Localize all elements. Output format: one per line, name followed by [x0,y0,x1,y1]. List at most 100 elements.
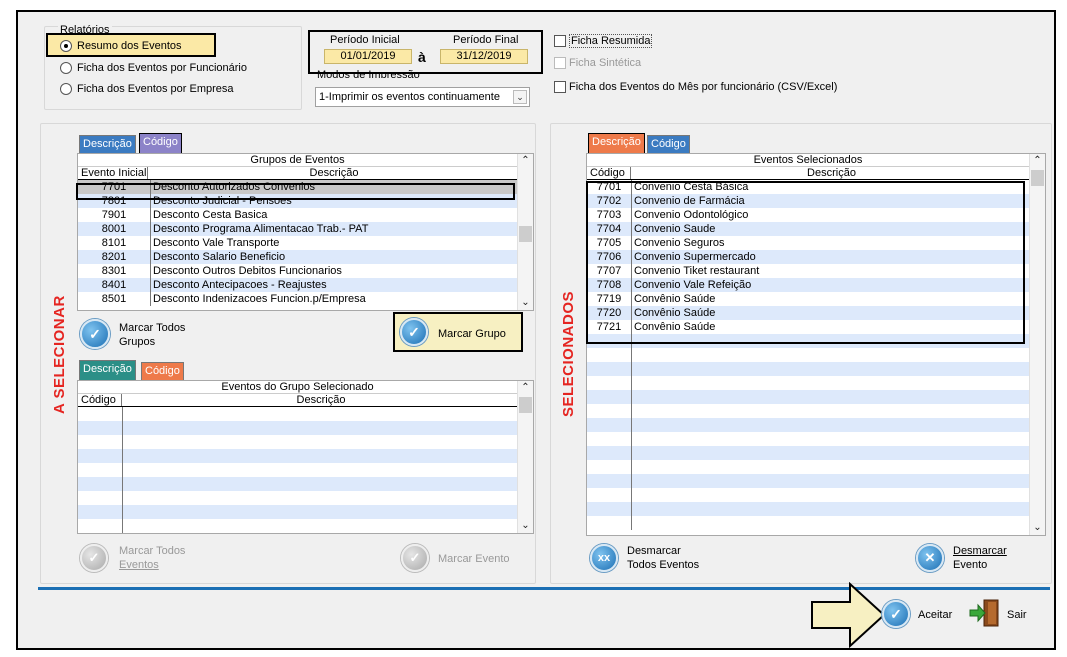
cell-code: 8101 [101,237,127,249]
empty-row [587,516,1029,530]
marcar-grupo-label[interactable]: Marcar Grupo [438,327,506,341]
cell-code [587,362,631,376]
scroll-up-icon[interactable]: ⌃ [518,154,533,168]
radio-label: Ficha dos Eventos por Funcionário [77,62,247,74]
table-row[interactable]: 8001 Desconto Programa Alimentacao Trab.-… [78,222,517,236]
empty-row [587,404,1029,418]
modos-select[interactable]: 1-Imprimir os eventos continuamente ⌄ [315,87,530,107]
empty-row [78,435,517,449]
sair-label[interactable]: Sair [1007,608,1027,622]
marcar-todos-eventos-button: ✓ [80,544,108,572]
scroll-down-icon[interactable]: ⌄ [518,296,533,310]
radio-ficha-empresa[interactable]: Ficha dos Eventos por Empresa [60,83,234,95]
grupos-scrollbar[interactable]: ⌃ ⌄ [517,154,533,310]
periodo-inicial-field[interactable]: 01/01/2019 [324,49,412,64]
right-tab-codigo[interactable]: Código [647,135,690,153]
table-row[interactable]: 8201 Desconto Salario Beneficio [78,250,517,264]
periodo-inicial-label: Período Inicial [330,34,400,46]
radio-ficha-funcionario[interactable]: Ficha dos Eventos por Funcionário [60,62,247,74]
scroll-down-icon[interactable]: ⌄ [518,519,533,533]
table-row[interactable]: 8401 Desconto Antecipacoes - Reajustes [78,278,517,292]
desmarcar-evento-button[interactable]: ✕ [916,544,944,572]
right-tab-descricao[interactable]: Descrição [588,133,645,153]
selecionados-header: Código Descrição [587,167,1029,180]
cell-code [78,463,122,477]
cell-code [587,474,631,488]
cell-description: Desconto Outros Debitos Funcionarios [153,265,342,277]
table-row[interactable]: 8101 Desconto Vale Transporte [78,236,517,250]
empty-row [587,460,1029,474]
cell-code [78,491,122,505]
radio-label: Resumo dos Eventos [77,40,182,52]
left-tab-codigo[interactable]: Código [139,133,182,153]
scroll-thumb[interactable] [519,397,532,413]
x-icon: ✕ [924,550,936,565]
empty-row [587,362,1029,376]
scroll-down-icon[interactable]: ⌄ [1030,521,1045,535]
cell-code [587,390,631,404]
cell-description [631,488,1029,502]
cell-description [122,505,517,519]
cell-description [631,362,1029,376]
periodo-final-field[interactable]: 31/12/2019 [440,49,528,64]
empty-row [78,463,517,477]
cell-description [631,446,1029,460]
scroll-up-icon[interactable]: ⌃ [518,381,533,395]
cell-description [122,449,517,463]
marcar-todos-grupos-label[interactable]: Marcar Todos Grupos [119,321,185,349]
cell-description [631,474,1029,488]
marcar-todos-grupos-button[interactable]: ✓ [80,319,110,349]
left-tab-descricao[interactable]: Descrição [79,135,136,153]
cell-description [631,348,1029,362]
cell-code [587,460,631,474]
selecionados-title: Eventos Selecionados [587,154,1029,167]
cell-description [122,491,517,505]
marcar-todos-eventos-label: Marcar Todos Eventos [119,544,185,572]
check-ficha-resumida[interactable]: Ficha Resumida [554,34,653,48]
cell-code [78,519,122,533]
cell-description [631,502,1029,516]
btn-text-1: Desmarcar [627,545,681,557]
pointer-arrow [811,582,886,648]
desmarcar-todos-button[interactable]: xx [590,544,618,572]
desmarcar-todos-label[interactable]: Desmarcar Todos Eventos [627,544,699,572]
cell-code [587,446,631,460]
chevron-down-icon[interactable]: ⌄ [513,90,527,104]
cell-code [78,477,122,491]
table-row[interactable]: 8501 Desconto Indenizacoes Funcion.p/Empr… [78,292,517,306]
eventos-grupo-grid: Eventos do Grupo Selecionado Código Desc… [77,380,534,534]
table-row[interactable]: 8301 Desconto Outros Debitos Funcionarios [78,264,517,278]
cell-code: 8401 [101,279,127,291]
radio-resumo-eventos[interactable]: Resumo dos Eventos [60,40,182,52]
empty-row [587,418,1029,432]
scroll-thumb[interactable] [519,226,532,242]
grupos-grid-title: Grupos de Eventos [78,154,517,167]
cell-description: Desconto Indenizacoes Funcion.p/Empresa [153,293,366,305]
table-row[interactable]: 7901 Desconto Cesta Basica [78,208,517,222]
exit-door-icon[interactable] [968,598,1000,628]
selecionados-scrollbar[interactable]: ⌃ ⌄ [1029,154,1045,535]
check-ficha-mes[interactable]: Ficha dos Eventos do Mês por funcionário… [554,81,837,93]
marcar-grupo-button[interactable]: ✓ [400,318,428,346]
cell-description [122,519,517,533]
left2-tab-descricao[interactable]: Descrição [79,360,136,380]
double-check-icon: ✓ [89,325,101,342]
col-descricao: Descrição [296,394,346,406]
empty-row [78,505,517,519]
aceitar-label[interactable]: Aceitar [918,608,952,622]
cell-code: 8301 [101,265,127,277]
footer-divider [38,587,1050,590]
empty-row [587,474,1029,488]
desmarcar-evento-label[interactable]: Desmarcar Evento [953,544,1007,572]
checkbox [554,35,566,47]
empty-row [78,449,517,463]
left2-tab-codigo[interactable]: Código [141,362,184,380]
cell-description [631,418,1029,432]
scroll-thumb[interactable] [1031,170,1044,186]
cell-code [78,449,122,463]
eventos-grupo-scrollbar[interactable]: ⌃ ⌄ [517,381,533,533]
scroll-up-icon[interactable]: ⌃ [1030,154,1045,168]
aceitar-button[interactable]: ✓ [882,600,910,628]
cell-description: Desconto Vale Transporte [153,237,280,249]
col-evento-inicial: Evento Inicial [78,167,148,179]
